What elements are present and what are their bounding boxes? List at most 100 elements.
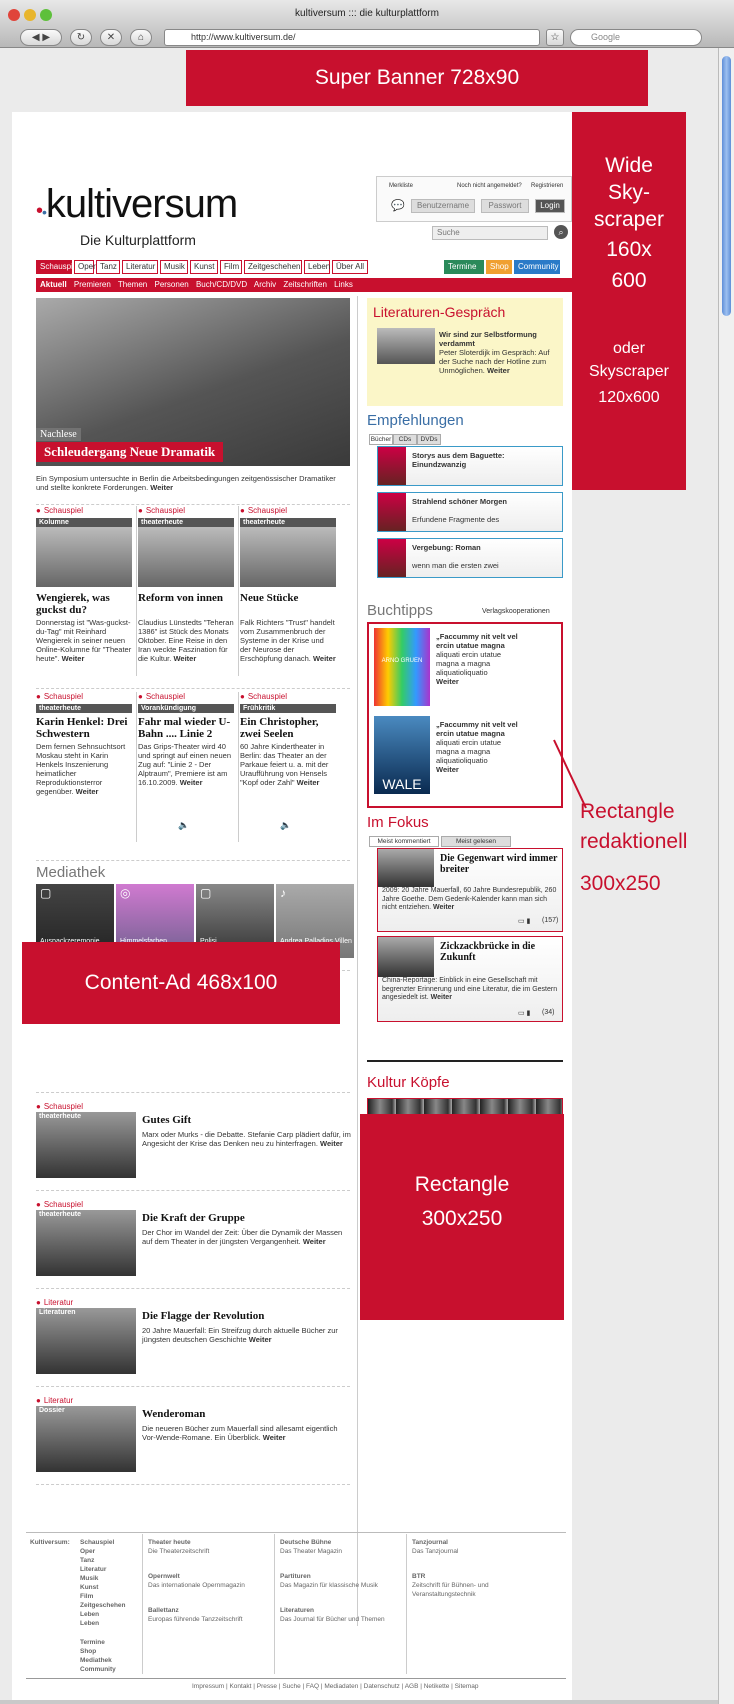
register-link[interactable]: Registrieren xyxy=(531,183,563,189)
article-title[interactable]: Die Kraft der Gruppe xyxy=(142,1212,245,1224)
fokus-tab-1[interactable]: Meist gelesen xyxy=(441,836,511,847)
article-image[interactable] xyxy=(36,1210,136,1276)
back-forward-button[interactable]: ◀ ▶ xyxy=(20,29,62,46)
article-more-link[interactable]: Weiter xyxy=(249,1335,272,1344)
fokus-item[interactable]: Die Gegenwart wird immer breiter 2009: 20… xyxy=(377,848,563,932)
scrollbar-thumb[interactable] xyxy=(722,56,731,316)
subnav-personen[interactable]: Personen xyxy=(154,280,188,289)
subnav-aktuell[interactable]: Aktuell xyxy=(40,280,67,289)
rectangle-ad[interactable]: Rectangle 300x250 xyxy=(360,1114,564,1320)
article-image[interactable] xyxy=(240,527,336,587)
fokus-image[interactable] xyxy=(378,849,434,887)
comment-icon[interactable]: ▭ ▮ xyxy=(518,1009,530,1017)
hero-more-link[interactable]: Weiter xyxy=(150,483,173,492)
home-icon[interactable]: ⌂ xyxy=(130,29,152,46)
super-banner-ad[interactable]: Super Banner 728x90 xyxy=(186,50,648,106)
article-title[interactable]: Gutes Gift xyxy=(142,1114,191,1126)
article-title[interactable]: Wengierek, was guckst du? xyxy=(36,592,134,616)
nav-tab-2[interactable]: Tanz xyxy=(96,260,120,274)
litgespraech-more[interactable]: Weiter xyxy=(487,366,510,375)
stop-icon[interactable]: ✕ xyxy=(100,29,122,46)
subnav-zeitschriften[interactable]: Zeitschriften xyxy=(283,280,327,289)
hero-title[interactable]: Schleudergang Neue Dramatik xyxy=(36,442,224,462)
nav-tab-0[interactable]: Schauspiel xyxy=(36,260,79,274)
book-cover[interactable] xyxy=(378,447,406,485)
comment-icon[interactable]: ▭ ▮ xyxy=(518,917,530,925)
empf-item[interactable]: Storys aus dem Baguette: Einundzwanzig xyxy=(377,446,563,486)
nav-shop[interactable]: Shop xyxy=(486,260,512,274)
sloterdijk-photo[interactable] xyxy=(377,328,435,364)
article-more-link[interactable]: Weiter xyxy=(263,1433,286,1442)
article-title[interactable]: Ein Christopher, zwei Seelen xyxy=(240,716,338,740)
book-cover[interactable] xyxy=(378,493,406,531)
reload-icon[interactable]: ↻ xyxy=(70,29,92,46)
article-title[interactable]: Fahr mal wieder U-Bahn .... Linie 2 xyxy=(138,716,236,740)
empf-tab-1[interactable]: CDs xyxy=(393,434,417,445)
article-image[interactable] xyxy=(36,1406,136,1472)
article-more-link[interactable]: Weiter xyxy=(313,654,336,663)
fokus-title[interactable]: Zickzackbrücke in die Zukunft xyxy=(440,941,560,963)
book-cover[interactable] xyxy=(378,539,406,577)
footer-col-heading[interactable]: Tanzjournal xyxy=(412,1538,532,1547)
footer-link[interactable]: Zeitgeschehen xyxy=(80,1601,126,1610)
footer-col-heading[interactable]: Ballettanz xyxy=(148,1606,268,1615)
footer-col-heading[interactable]: Opernwelt xyxy=(148,1572,268,1581)
subnav-themen[interactable]: Themen xyxy=(118,280,147,289)
speaker-icon[interactable]: 🔈 xyxy=(280,820,291,831)
nav-tab-3[interactable]: Literatur xyxy=(122,260,158,274)
article-title[interactable]: Reform von innen xyxy=(138,592,236,604)
nav-community[interactable]: Community xyxy=(514,260,560,274)
subnav-archiv[interactable]: Archiv xyxy=(254,280,276,289)
buchtipp-more[interactable]: Weiter xyxy=(436,677,459,686)
bookmark-star-icon[interactable]: ☆ xyxy=(546,29,564,46)
empf-item[interactable]: Strahlend schöner Morgen Erfundene Fragme… xyxy=(377,492,563,532)
footer-link[interactable]: Community xyxy=(80,1665,116,1674)
article-image[interactable] xyxy=(36,527,132,587)
browser-search-input[interactable]: Google xyxy=(570,29,702,46)
nav-tab-9[interactable]: Über All xyxy=(332,260,368,274)
article-more-link[interactable]: Weiter xyxy=(320,1139,343,1148)
footer-link[interactable]: Leben xyxy=(80,1610,99,1619)
password-input[interactable]: Passwort xyxy=(481,199,529,213)
subnav-buch[interactable]: Buch/CD/DVD xyxy=(196,280,247,289)
nav-tab-6[interactable]: Film xyxy=(220,260,242,274)
subnav-premieren[interactable]: Premieren xyxy=(74,280,111,289)
empf-tab-0[interactable]: Bücher xyxy=(369,434,393,445)
verlagskooperationen-link[interactable]: Verlagskooperationen xyxy=(482,608,550,615)
footer-link[interactable]: Shop xyxy=(80,1647,96,1656)
book-cover[interactable] xyxy=(374,628,430,706)
merkliste-link[interactable]: Merkliste xyxy=(389,183,413,189)
buchtipp-more[interactable]: Weiter xyxy=(436,765,459,774)
article-title[interactable]: Die Flagge der Revolution xyxy=(142,1310,264,1322)
footer-col-heading[interactable]: Deutsche Bühne xyxy=(280,1538,400,1547)
nav-tab-8[interactable]: Leben xyxy=(304,260,330,274)
article-more-link[interactable]: Weiter xyxy=(180,778,203,787)
article-image[interactable] xyxy=(36,1308,136,1374)
footer-col-heading[interactable]: Theater heute xyxy=(148,1538,268,1547)
footer-link[interactable]: Tanz xyxy=(80,1556,94,1565)
nav-termine[interactable]: Termine xyxy=(444,260,484,274)
site-logo[interactable]: ••kultiversum xyxy=(36,182,238,227)
nav-tab-4[interactable]: Musik xyxy=(160,260,188,274)
login-button[interactable]: Login xyxy=(535,199,565,213)
article-more-link[interactable]: Weiter xyxy=(297,778,320,787)
speaker-icon[interactable]: 🔈 xyxy=(178,820,189,831)
footer-col-heading[interactable]: Partituren xyxy=(280,1572,400,1581)
footer-link[interactable]: Musik xyxy=(80,1574,98,1583)
nav-tab-7[interactable]: Zeitgeschehen xyxy=(244,260,302,274)
footer-link[interactable]: Leben xyxy=(80,1619,99,1628)
article-title[interactable]: Wenderoman xyxy=(142,1408,205,1420)
article-title[interactable]: Neue Stücke xyxy=(240,592,338,604)
url-field[interactable]: http://www.kultiversum.de/ xyxy=(164,29,540,46)
article-more-link[interactable]: Weiter xyxy=(303,1237,326,1246)
footer-link[interactable]: Mediathek xyxy=(80,1656,112,1665)
site-search-input[interactable]: Suche xyxy=(432,226,548,240)
footer-col-heading[interactable]: BTR xyxy=(412,1572,532,1581)
hero-image[interactable] xyxy=(36,298,350,466)
wide-skyscraper-ad[interactable]: Wide Sky- scraper 160x 600 oder Skyscrap… xyxy=(572,112,686,490)
content-ad[interactable]: Content-Ad 468x100 xyxy=(22,942,340,1024)
fokus-title[interactable]: Die Gegenwart wird immer breiter xyxy=(440,853,560,875)
article-title[interactable]: Karin Henkel: Drei Schwestern xyxy=(36,716,134,740)
footer-link[interactable]: Film xyxy=(80,1592,93,1601)
search-icon[interactable]: ⌕ xyxy=(554,225,568,239)
